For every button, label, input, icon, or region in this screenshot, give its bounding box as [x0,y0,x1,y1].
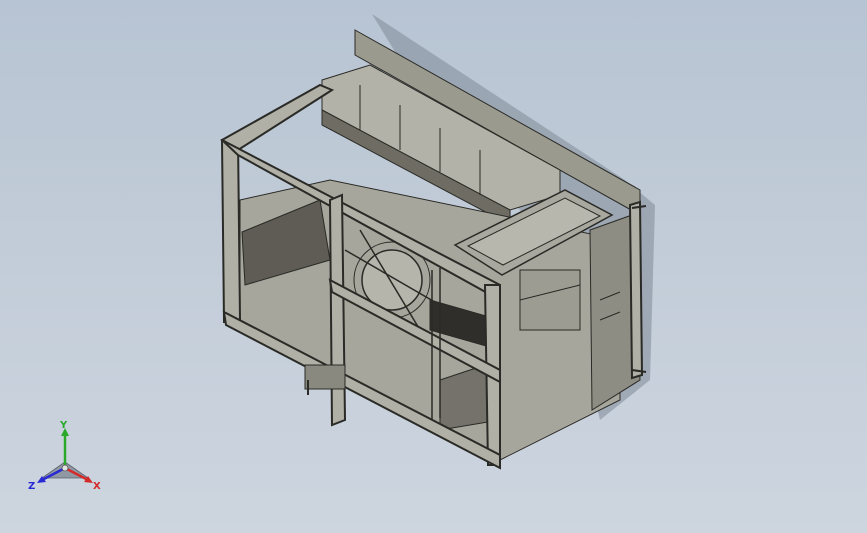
cad-model-3d-view[interactable] [0,0,867,533]
base-bracket [304,364,346,390]
coordinate-triad: Y X Z [28,420,101,492]
graphics-viewport[interactable]: Y X Z [0,0,867,533]
triad-z-label: Z [28,481,35,492]
triad-origin [61,464,69,472]
right-mechanism [519,269,581,331]
triad-y-label: Y [59,420,68,431]
triad-x-label: X [93,481,101,492]
